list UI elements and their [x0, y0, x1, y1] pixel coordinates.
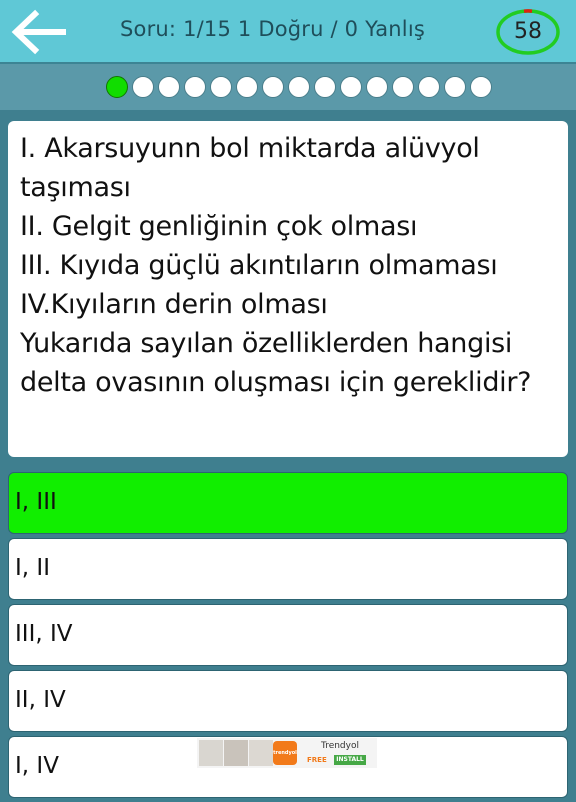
score-status: Soru: 1/15 1 Doğru / 0 Yanlış — [120, 17, 426, 41]
timer-value: 58 — [514, 19, 542, 44]
ad-banner[interactable]: trendyol Trendyol FREE INSTALL — [197, 738, 377, 768]
progress-dot-8 — [288, 76, 310, 98]
progress-dot-3 — [158, 76, 180, 98]
progress-dot-14 — [444, 76, 466, 98]
progress-dot-7 — [262, 76, 284, 98]
countdown-timer: 58 — [496, 8, 560, 56]
ad-install-button[interactable]: INSTALL — [334, 755, 366, 765]
trendyol-logo-icon: trendyol — [273, 741, 297, 765]
ad-thumbnail — [249, 740, 273, 766]
ad-thumbnail — [224, 740, 248, 766]
question-card: I. Akarsuyunn bol miktarda alüvyol taşım… — [8, 121, 568, 457]
answer-label: I, III — [15, 489, 57, 515]
question-progress — [0, 64, 576, 110]
progress-dots — [106, 76, 492, 100]
back-button[interactable] — [8, 8, 72, 56]
progress-dot-12 — [392, 76, 414, 98]
answer-label: II, IV — [15, 687, 66, 713]
progress-dot-13 — [418, 76, 440, 98]
progress-dot-10 — [340, 76, 362, 98]
progress-dot-15 — [470, 76, 492, 98]
header-bar: Soru: 1/15 1 Doğru / 0 Yanlış 58 — [0, 0, 576, 64]
answer-option-1[interactable]: I, III — [8, 472, 568, 534]
arrow-left-icon — [11, 9, 66, 55]
progress-dot-2 — [132, 76, 154, 98]
progress-dot-6 — [236, 76, 258, 98]
ad-app-name: Trendyol — [321, 741, 359, 751]
progress-dot-4 — [184, 76, 206, 98]
answer-option-4[interactable]: II, IV — [8, 670, 568, 732]
answer-option-3[interactable]: III, IV — [8, 604, 568, 666]
answer-label: III, IV — [15, 621, 73, 647]
answer-label: I, II — [15, 555, 50, 581]
progress-dot-11 — [366, 76, 388, 98]
answer-label: I, IV — [15, 753, 59, 779]
progress-dot-9 — [314, 76, 336, 98]
ad-free-label: FREE — [307, 756, 327, 764]
ad-thumbnail — [199, 740, 223, 766]
progress-dot-1 — [106, 76, 128, 98]
question-text: I. Akarsuyunn bol miktarda alüvyol taşım… — [20, 133, 532, 398]
answer-option-2[interactable]: I, II — [8, 538, 568, 600]
progress-dot-5 — [210, 76, 232, 98]
